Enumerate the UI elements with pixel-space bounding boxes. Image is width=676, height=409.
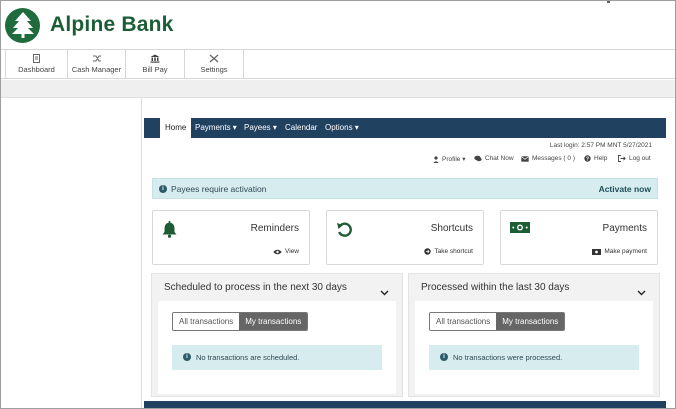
- payee-activation-alert: i Payees require activation Activate now: [152, 178, 658, 199]
- all-transactions-button[interactable]: All transactions: [430, 313, 497, 330]
- scheduled-panel-title: Scheduled to process in the next 30 days: [164, 282, 347, 293]
- profile-menu[interactable]: Profile ▾: [433, 155, 466, 163]
- document-icon: [6, 50, 67, 64]
- help-label: Help: [594, 155, 608, 162]
- my-transactions-button[interactable]: My transactions: [496, 313, 565, 330]
- arrow-circle-icon: [424, 248, 432, 255]
- menu-strip: [144, 118, 159, 138]
- chat-icon: [474, 155, 482, 162]
- scheduled-empty-message: i No transactions are scheduled.: [172, 345, 382, 370]
- svg-text:?: ?: [586, 156, 589, 162]
- activate-now-link[interactable]: Activate now: [599, 184, 651, 194]
- brand[interactable]: Alpine Bank: [5, 7, 174, 43]
- logout-label: Log out: [629, 155, 651, 162]
- processed-empty-message: i No transactions were processed.: [429, 345, 639, 370]
- messages-label: Messages ( 0 ): [532, 155, 575, 162]
- subheader-bar: [1, 80, 675, 98]
- menu-payees[interactable]: Payees ▾: [244, 118, 277, 138]
- user-icon: [433, 155, 439, 163]
- nav-settings[interactable]: Settings: [185, 50, 244, 79]
- chevron-down-icon[interactable]: [380, 283, 389, 301]
- processed-filter-toggle: All transactions My transactions: [429, 312, 566, 331]
- chat-now-link[interactable]: Chat Now: [474, 155, 514, 162]
- chat-label: Chat Now: [485, 155, 514, 162]
- help-icon: ?: [584, 155, 591, 162]
- footer-bar: [144, 401, 666, 408]
- scheduled-panel: Scheduled to process in the next 30 days…: [151, 273, 403, 397]
- info-icon: i: [440, 353, 448, 361]
- menu-options[interactable]: Options ▾: [325, 118, 359, 138]
- nav-cash-manager[interactable]: Cash Manager: [68, 50, 126, 79]
- tools-icon: [185, 50, 243, 64]
- nav-bill-pay-label: Bill Pay: [142, 65, 168, 74]
- tree-logo-icon: [5, 7, 40, 43]
- logout-icon: [618, 155, 626, 162]
- bank-icon: [126, 50, 184, 64]
- alert-text: Payees require activation: [171, 184, 267, 194]
- payments-card[interactable]: Payments Make payment: [500, 210, 658, 265]
- money-icon: [510, 221, 530, 239]
- make-payment-link[interactable]: Make payment: [592, 248, 647, 255]
- view-label: View: [285, 248, 299, 255]
- logout-link[interactable]: Log out: [618, 155, 651, 162]
- billpay-menu: Home Payments ▾ Payees ▾ Calendar Option…: [144, 118, 666, 138]
- scheduled-panel-body: All transactions My transactions i No tr…: [158, 301, 396, 394]
- undo-icon: [336, 221, 353, 243]
- all-transactions-button[interactable]: All transactions: [173, 313, 240, 330]
- reminders-card[interactable]: Reminders View: [152, 210, 310, 265]
- info-icon: i: [159, 185, 167, 193]
- nav-cash-manager-label: Cash Manager: [71, 65, 122, 74]
- nav-settings-label: Settings: [200, 65, 228, 74]
- eye-icon: [273, 249, 282, 254]
- make-payment-label: Make payment: [604, 248, 647, 255]
- scheduled-panel-header[interactable]: Scheduled to process in the next 30 days: [152, 274, 402, 301]
- processed-empty-text: No transactions were processed.: [453, 353, 563, 362]
- take-shortcut-link[interactable]: Take shortcut: [424, 248, 473, 255]
- menu-home[interactable]: Home: [160, 118, 192, 138]
- brand-name: Alpine Bank: [50, 13, 174, 36]
- bell-icon: [162, 221, 177, 243]
- messages-link[interactable]: Messages ( 0 ): [521, 155, 575, 162]
- envelope-icon: [521, 155, 529, 162]
- help-link[interactable]: ? Help: [584, 155, 607, 162]
- nav-bill-pay[interactable]: Bill Pay: [126, 50, 185, 79]
- my-transactions-button[interactable]: My transactions: [239, 313, 308, 330]
- view-reminders-link[interactable]: View: [273, 248, 299, 255]
- profile-label: Profile ▾: [442, 156, 466, 163]
- info-icon: i: [183, 353, 191, 361]
- processed-panel: Processed within the last 30 days All tr…: [408, 273, 660, 397]
- nav-dashboard-label: Dashboard: [18, 65, 55, 74]
- cash-icon: [592, 248, 602, 255]
- scheduled-filter-toggle: All transactions My transactions: [172, 312, 309, 331]
- processed-panel-header[interactable]: Processed within the last 30 days: [409, 274, 659, 301]
- reminders-title: Reminders: [250, 223, 299, 234]
- app-window: Alpine Bank Dashboard Cash Manager Bill …: [0, 0, 676, 409]
- menu-payments[interactable]: Payments ▾: [195, 118, 237, 138]
- payments-title: Payments: [602, 223, 647, 234]
- nav-dashboard[interactable]: Dashboard: [5, 50, 68, 79]
- scheduled-empty-text: No transactions are scheduled.: [196, 353, 300, 362]
- top-nav: Dashboard Cash Manager Bill Pay Settings: [1, 49, 675, 79]
- take-shortcut-label: Take shortcut: [434, 248, 473, 255]
- left-sidebar: [1, 98, 142, 408]
- processed-panel-title: Processed within the last 30 days: [421, 282, 570, 293]
- processed-panel-body: All transactions My transactions i No tr…: [415, 301, 653, 394]
- shortcuts-card[interactable]: Shortcuts Take shortcut: [326, 210, 484, 265]
- shortcuts-title: Shortcuts: [430, 223, 473, 234]
- chevron-down-icon[interactable]: [637, 283, 646, 301]
- shuffle-icon: [68, 50, 125, 64]
- menu-calendar[interactable]: Calendar: [285, 118, 317, 138]
- window-mark: [607, 1, 610, 3]
- bill-pay-panel: Home Payments ▾ Payees ▾ Calendar Option…: [144, 118, 666, 408]
- last-login: Last login: 2:57 PM MNT 5/27/2021: [549, 142, 652, 149]
